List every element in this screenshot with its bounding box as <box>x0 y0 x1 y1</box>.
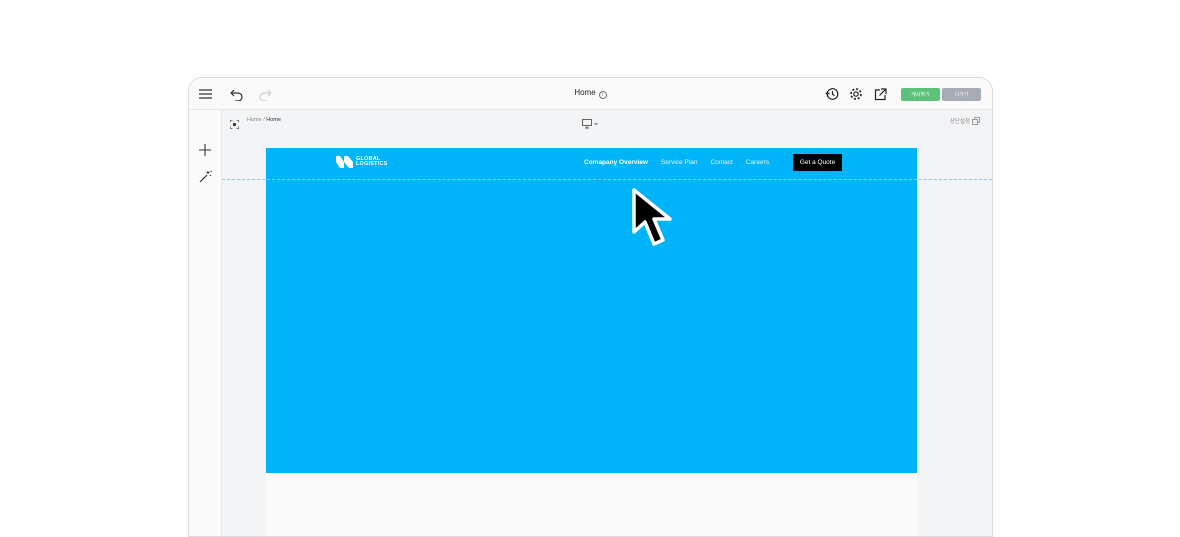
mouse-pointer-icon <box>632 188 672 246</box>
page-title-label: Home <box>574 88 596 97</box>
plus-icon[interactable] <box>197 142 213 158</box>
monitor-icon <box>582 119 598 129</box>
site-hero-section[interactable]: GLOBAL LOGISTICS Comapany Overview Servi… <box>266 148 917 473</box>
info-icon[interactable]: i <box>598 91 607 99</box>
editor-left-toolbar <box>189 110 222 536</box>
next-section-placeholder[interactable] <box>266 473 917 536</box>
gear-icon[interactable] <box>848 86 864 102</box>
magic-wand-icon[interactable] <box>197 168 213 184</box>
get-quote-button[interactable]: Get a Quote <box>793 154 842 171</box>
history-icon[interactable] <box>824 86 840 102</box>
header-boundary-guide <box>222 179 992 180</box>
frame-select-icon[interactable] <box>229 116 240 130</box>
breadcrumb-current: Home <box>266 117 281 123</box>
editor-topbar: Home i 게시하기 나가기 <box>189 78 992 110</box>
editor-window: Home i 게시하기 나가기 Home / Home 상단설정 GLOBAL … <box>188 77 993 537</box>
exit-button[interactable]: 나가기 <box>942 88 981 101</box>
breadcrumb-root[interactable]: Home <box>247 117 262 123</box>
section-setting-button[interactable]: 상단설정 <box>950 117 980 125</box>
site-nav: Comapany Overview Service Plan Contact C… <box>584 159 769 166</box>
copy-icon <box>972 117 980 125</box>
nav-item-service-plan[interactable]: Service Plan <box>661 159 698 166</box>
device-selector[interactable] <box>582 116 600 129</box>
logo-text: GLOBAL LOGISTICS <box>356 156 388 168</box>
nav-item-contact[interactable]: Contact <box>710 159 732 166</box>
logo-line-2: LOGISTICS <box>356 161 388 167</box>
logo-mark-icon <box>336 156 353 168</box>
external-link-icon[interactable] <box>872 86 888 102</box>
breadcrumb-separator: / <box>263 117 265 123</box>
publish-button[interactable]: 게시하기 <box>901 88 940 101</box>
section-setting-label: 상단설정 <box>949 119 970 125</box>
breadcrumb: Home / Home <box>247 117 281 123</box>
nav-item-careers[interactable]: Careers <box>746 159 769 166</box>
nav-item-company-overview[interactable]: Comapany Overview <box>584 159 648 166</box>
editor-subbar: Home / Home 상단설정 <box>222 110 992 132</box>
site-logo[interactable]: GLOBAL LOGISTICS <box>336 156 387 168</box>
